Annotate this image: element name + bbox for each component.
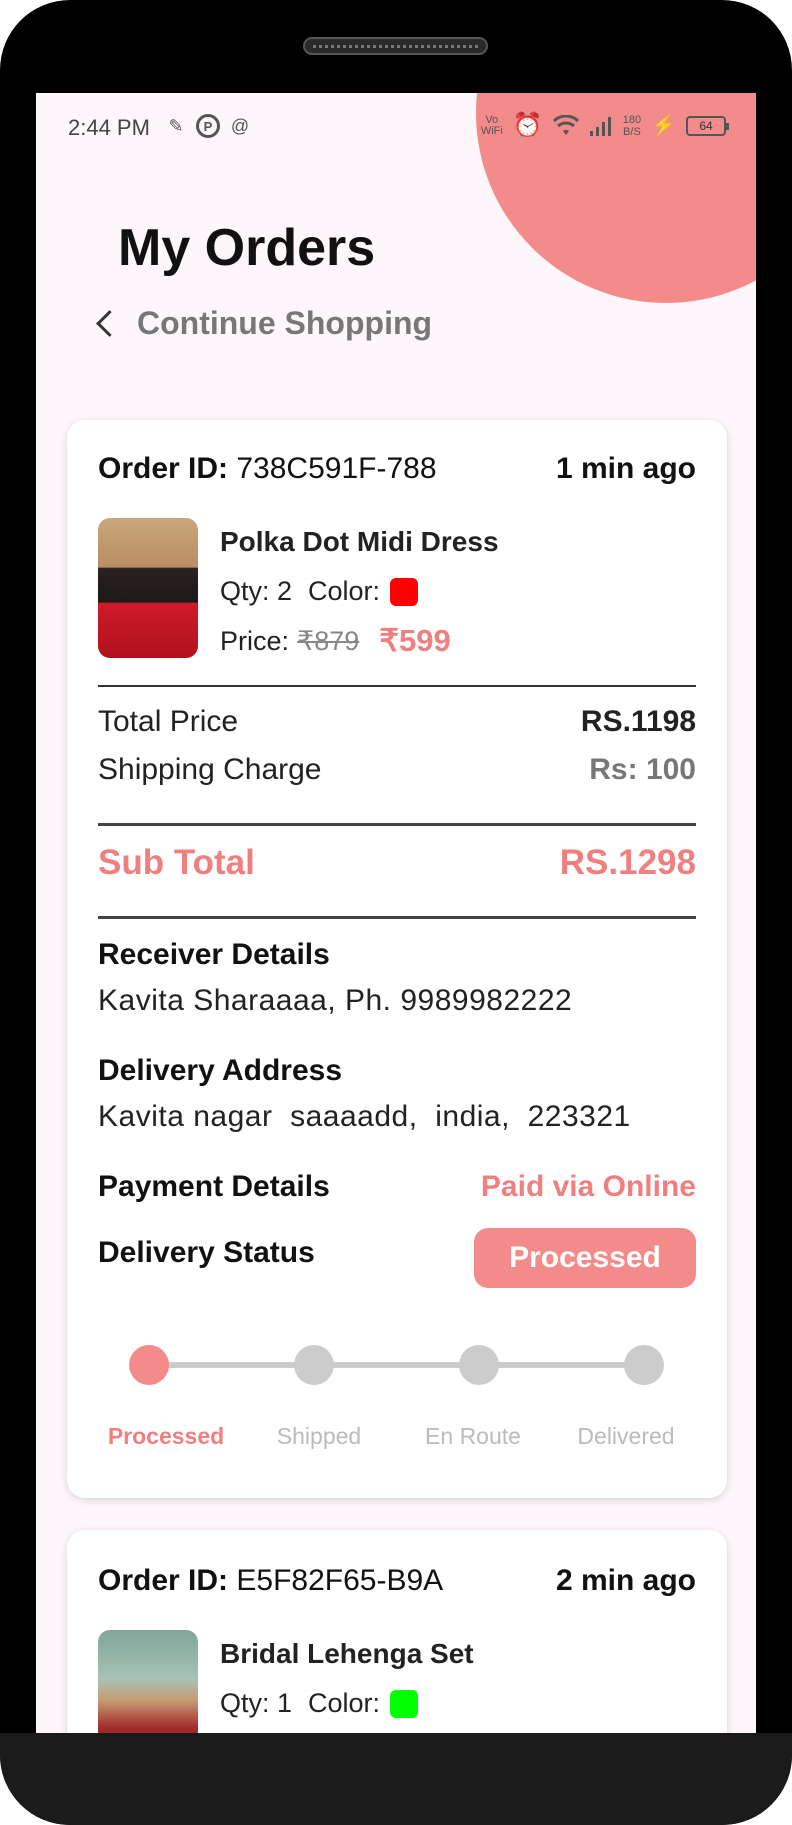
battery-icon: 64 (686, 115, 729, 136)
step-label-en-route: En Route (425, 1423, 521, 1449)
divider (98, 823, 696, 826)
app-screen: 2:44 PM ✎ P @ Vo WiFi ⏰ 180 B/S ⚡ 64 My … (36, 93, 756, 1733)
color-swatch (390, 577, 419, 606)
order-id-label: Order ID: (98, 1564, 229, 1597)
continue-shopping-label: Continue Shopping (137, 305, 433, 341)
product-info: Bridal Lehenga Set Qty: 1 Color: (220, 1630, 474, 1733)
divider (98, 916, 696, 919)
product-image[interactable] (98, 1630, 198, 1733)
price-label: Price: (220, 625, 290, 656)
order-id-label: Order ID: (98, 452, 229, 485)
progress-tracker (98, 1345, 696, 1385)
phone-chin (0, 1733, 792, 1825)
order-header: Order ID: E5F82F65-B9A 2 min ago (98, 1564, 696, 1598)
delivery-status-badge[interactable]: Processed (474, 1228, 696, 1288)
shipping-label: Shipping Charge (98, 753, 322, 786)
wifi-icon (552, 114, 579, 135)
network-speed-value: 180 (622, 113, 642, 126)
product-info: Polka Dot Midi Dress Qty: 2 Color: Price… (220, 518, 499, 659)
step-label-shipped: Shipped (276, 1423, 362, 1449)
progress-track (141, 1362, 641, 1368)
continue-shopping-button[interactable]: Continue Shopping (92, 305, 432, 342)
signal-icon (589, 116, 611, 136)
subtotal-value: RS.1298 (559, 843, 696, 882)
chevron-left-icon (96, 310, 123, 337)
phone-frame: 2:44 PM ✎ P @ Vo WiFi ⏰ 180 B/S ⚡ 64 My … (0, 0, 792, 1825)
order-header: Order ID: 738C591F-788 1 min ago (98, 452, 696, 486)
step-dot-delivered (624, 1345, 664, 1385)
order-id-value: E5F82F65-B9A (236, 1564, 444, 1597)
original-price: ₹879 (297, 625, 360, 656)
product-color-label: Color: (308, 576, 381, 606)
notification-icons: ✎ P @ (164, 114, 252, 138)
alarm-icon: ⏰ (512, 112, 543, 139)
order-id-value: 738C591F-788 (236, 452, 437, 485)
battery-level: 64 (699, 118, 713, 133)
order-time-ago: 2 min ago (555, 1564, 696, 1597)
subtotal-row: Sub Total RS.1298 (98, 843, 696, 883)
vowifi-icon: Vo WiFi (480, 113, 503, 137)
network-speed-unit: B/S (623, 125, 641, 138)
step-label-processed: Processed (107, 1423, 225, 1449)
order-time-ago: 1 min ago (555, 452, 696, 485)
sale-price: ₹599 (379, 623, 451, 658)
order-product[interactable]: Bridal Lehenga Set Qty: 1 Color: (98, 1630, 696, 1733)
shipping-value: Rs: 100 (589, 753, 696, 786)
status-time: 2:44 PM (68, 115, 150, 140)
delivery-status-row: Delivery Status Processed (98, 1228, 696, 1288)
product-color-label: Color: (308, 1688, 381, 1718)
app-swirl-icon: @ (230, 115, 250, 136)
address-label: Delivery Address (98, 1054, 343, 1087)
product-image[interactable] (98, 518, 198, 658)
app-notification-icon: ✎ (168, 115, 184, 136)
system-icons: Vo WiFi ⏰ 180 B/S ⚡ 64 (480, 111, 729, 140)
product-qty: Qty: 1 (220, 1688, 293, 1718)
order-card[interactable]: Order ID: E5F82F65-B9A 2 min ago Bridal … (67, 1530, 727, 1733)
payment-value: Paid via Online (480, 1170, 696, 1203)
product-name: Bridal Lehenga Set (220, 1638, 474, 1669)
product-name: Polka Dot Midi Dress (220, 526, 499, 557)
charging-icon: ⚡ (651, 115, 676, 137)
divider (98, 685, 696, 687)
payment-row: Payment Details Paid via Online (98, 1170, 696, 1204)
shipping-row: Shipping Charge Rs: 100 (98, 753, 696, 787)
order-product[interactable]: Polka Dot Midi Dress Qty: 2 Color: Price… (98, 518, 696, 659)
total-price-label: Total Price (98, 705, 239, 738)
product-qty: Qty: 2 (220, 576, 293, 606)
total-price-value: RS.1198 (580, 705, 696, 738)
product-qty-color: Qty: 2 Color: (220, 576, 499, 607)
step-dot-en-route (459, 1345, 499, 1385)
order-card[interactable]: Order ID: 738C591F-788 1 min ago Polka D… (67, 420, 727, 1498)
step-dot-processed (129, 1345, 169, 1385)
status-bar: 2:44 PM ✎ P @ Vo WiFi ⏰ 180 B/S ⚡ 64 (36, 93, 756, 165)
app-p-icon: P (196, 114, 220, 138)
vowifi-wifi-text: WiFi (480, 124, 503, 137)
step-label-delivered: Delivered (577, 1423, 675, 1449)
phone-speaker (303, 37, 488, 55)
order-id: Order ID: E5F82F65-B9A (98, 1564, 443, 1598)
progress-labels: Processed Shipped En Route Delivered (98, 1423, 696, 1453)
address-value: Kavita nagar saaaadd, india, 223321 (98, 1100, 631, 1133)
order-id: Order ID: 738C591F-788 (98, 452, 437, 486)
vowifi-vo-text: Vo (485, 113, 499, 126)
step-dot-shipped (294, 1345, 334, 1385)
total-price-row: Total Price RS.1198 (98, 705, 696, 739)
receiver-label: Receiver Details (98, 938, 330, 971)
receiver-value: Kavita Sharaaaa, Ph. 9989982222 (98, 984, 573, 1017)
delivery-status-label: Delivery Status (98, 1236, 315, 1269)
subtotal-label: Sub Total (98, 843, 255, 882)
product-price-row: Price: ₹879 ₹599 (220, 623, 499, 659)
color-swatch (390, 1689, 419, 1718)
page-title: My Orders (118, 219, 376, 277)
payment-label: Payment Details (98, 1170, 330, 1203)
network-speed: 180 B/S (623, 114, 641, 138)
product-qty-color: Qty: 1 Color: (220, 1688, 474, 1719)
